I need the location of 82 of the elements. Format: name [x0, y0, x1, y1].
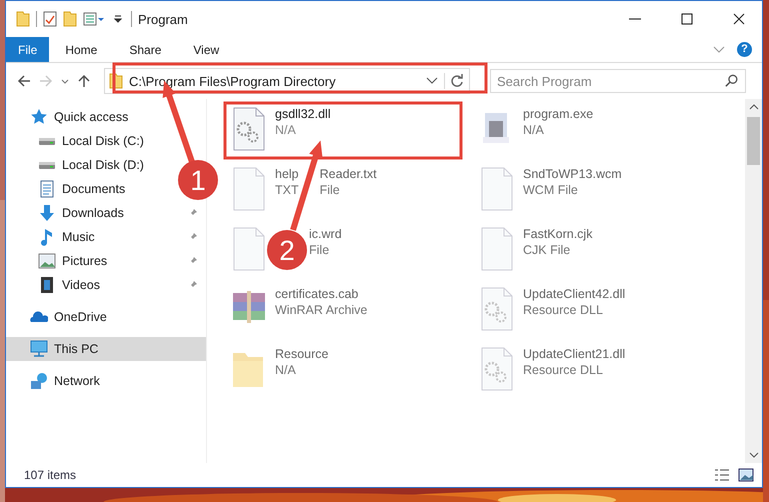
address-field[interactable]: C:\Program Files\Program Directory [104, 68, 470, 94]
window-title: Program [138, 12, 188, 26]
expand-ribbon-icon[interactable] [713, 46, 725, 54]
blank-file-icon[interactable] [479, 167, 515, 211]
sidebar-item[interactable]: Local Disk (C:) [6, 129, 158, 153]
scroll-thumb[interactable] [747, 117, 760, 165]
step-number: 2 [279, 235, 295, 266]
close-icon [733, 13, 745, 25]
help-icon[interactable]: ? [737, 42, 752, 57]
ribbon-tab[interactable]: Share [113, 37, 178, 62]
ribbon-tab[interactable]: View [177, 37, 236, 62]
sidebar-item[interactable]: OneDrive [6, 305, 115, 329]
sidebar-item[interactable]: Music [6, 225, 206, 249]
blank-file-icon[interactable] [479, 227, 515, 271]
sidebar-item[interactable]: Pictures [6, 249, 206, 273]
sidebar-item[interactable]: This PC [6, 337, 206, 361]
ribbon-tab[interactable]: File [6, 37, 50, 62]
file-name: UpdateClient21.dll [523, 347, 626, 361]
sidebar-item[interactable]: Local Disk (D:) [6, 153, 158, 177]
blank-file-icon[interactable] [231, 167, 267, 211]
details-view-icon[interactable] [714, 468, 730, 482]
scrollbar[interactable] [745, 99, 762, 463]
file-type: TXT [275, 183, 299, 197]
file-name: certificates.cab [275, 287, 358, 301]
download-arrow-icon [38, 204, 56, 222]
file-name: Reader.txt [320, 167, 377, 181]
file-type: WCM File [523, 183, 578, 197]
forward-icon[interactable] [38, 73, 54, 89]
sidebar-item[interactable]: Downloads [6, 201, 206, 225]
file-type: Resource DLL [523, 303, 603, 317]
sidebar-item[interactable]: Quick access [6, 105, 136, 129]
file-type: N/A [275, 363, 296, 377]
large-icons-view-icon[interactable] [738, 468, 754, 482]
sidebar-item[interactable]: Documents [6, 177, 140, 201]
maximize-icon [681, 13, 693, 25]
search-field[interactable]: Search Program [490, 69, 746, 93]
file-type: N/A [523, 123, 544, 137]
file-name: ic.wrd [309, 227, 342, 241]
network-icon [30, 372, 48, 390]
dropdown-icon[interactable] [426, 77, 438, 85]
folder-icon [16, 11, 30, 27]
scroll-down-icon[interactable] [748, 451, 758, 459]
file-type: File [320, 183, 340, 197]
item-count: 107 items [24, 468, 76, 482]
file-name: FastKorn.cjk [523, 227, 592, 241]
file-type: File [309, 243, 330, 257]
file-name: help [275, 167, 299, 181]
gear-file-icon[interactable] [231, 107, 267, 151]
gear-file-icon[interactable] [479, 287, 515, 331]
file-type: Resource DLL [523, 363, 603, 377]
document-icon [38, 180, 56, 198]
pc-icon [30, 340, 48, 358]
star-icon [30, 108, 48, 126]
back-icon[interactable] [16, 73, 32, 89]
minimize-icon [629, 18, 641, 20]
file-name: program.exe [523, 107, 594, 121]
folder-icon[interactable] [63, 11, 77, 27]
file-name: Resource [275, 347, 328, 361]
scroll-up-icon[interactable] [748, 103, 758, 111]
file-type: WinRAR Archive [275, 303, 368, 317]
up-icon[interactable] [76, 73, 92, 89]
film-icon [38, 276, 56, 294]
checklist-icon[interactable] [43, 11, 57, 27]
file-name: SndToWP13.wcm [523, 167, 622, 181]
sidebar-item[interactable]: Videos [6, 273, 206, 297]
drive-icon [38, 160, 56, 170]
sidebar-item[interactable]: Network [6, 369, 108, 393]
properties-icon[interactable] [83, 11, 105, 27]
picture-frame-icon [38, 252, 56, 270]
search-icon[interactable] [725, 74, 739, 88]
ribbon-tab[interactable]: Home [49, 37, 114, 62]
file-type: CJK File [523, 243, 570, 257]
drive-icon [38, 136, 56, 146]
blank-file-icon[interactable] [231, 227, 267, 271]
gear-file-icon[interactable] [479, 347, 515, 391]
file-type: N/A [275, 123, 296, 137]
file-name: UpdateClient42.dll [523, 287, 626, 301]
step-badge [267, 230, 307, 270]
step-number: 1 [190, 165, 206, 196]
address-path: C:\Program Files\Program Directory [129, 74, 337, 88]
file-name: gsdll32.dll [275, 107, 331, 121]
step-badge [178, 160, 218, 200]
